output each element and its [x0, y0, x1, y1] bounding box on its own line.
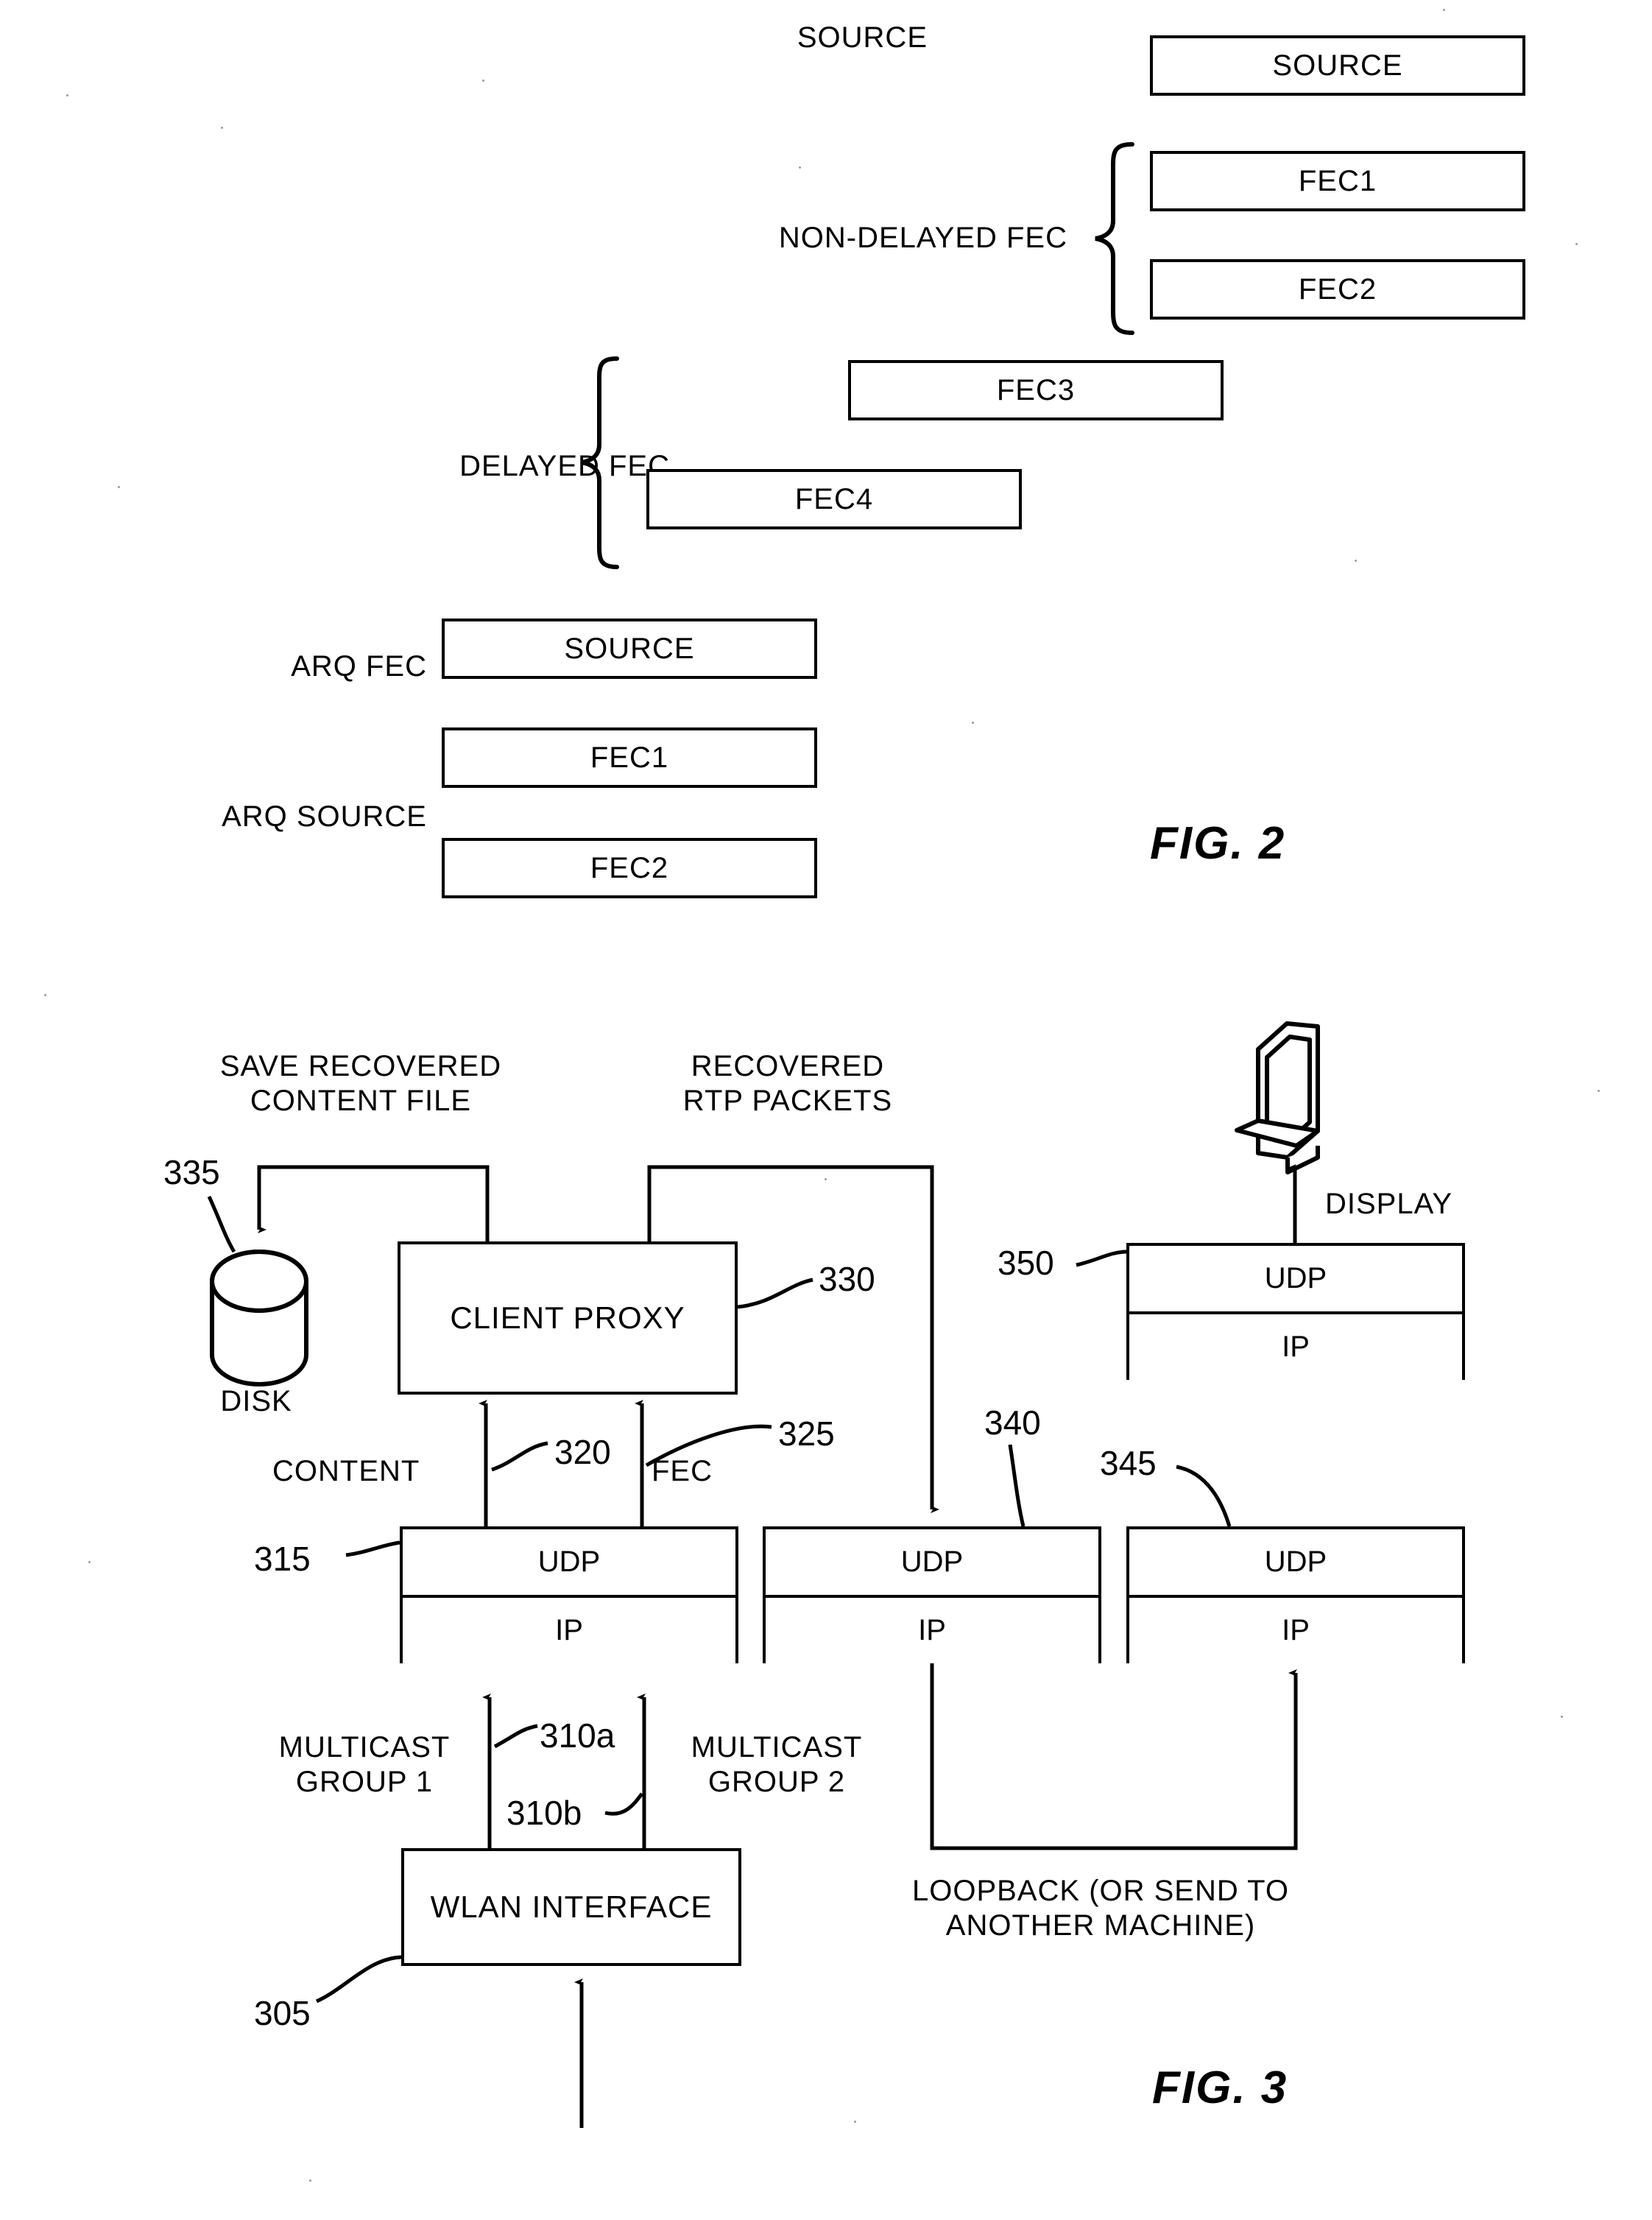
fig3-annotation-recovered-rtp-packets: RECOVERED RTP PACKETS — [682, 1050, 893, 1118]
scan-speck — [118, 486, 120, 488]
fig3-ref-numeral-330: 330 — [819, 1260, 875, 1298]
disk-icon — [212, 1252, 306, 1384]
fig3-ref-numeral-310b: 310b — [506, 1794, 582, 1832]
scan-speck — [482, 80, 484, 82]
fig3-ref-numeral-305: 305 — [254, 1994, 311, 2032]
fig3-arrow-loopback — [932, 1663, 1296, 1848]
fig2-packet-fec1-label: FEC1 — [1298, 164, 1377, 197]
fig3-ref-numeral-335: 335 — [163, 1153, 220, 1191]
fig2-packet-fec1: FEC1 — [1150, 151, 1530, 216]
fig2-packet-fec2: FEC2 — [1150, 259, 1530, 324]
patent-drawing-sheet: SOURCE SOURCE NON-DELAYED FEC FEC1 FEC2 … — [0, 0, 1652, 2220]
fig2-packet-source: SOURCE — [1150, 35, 1530, 100]
fig2-packet-arq-fec1-label: FEC1 — [590, 741, 669, 774]
fig3-arrow-save-recovered-content-file — [259, 1167, 487, 1241]
scan-speck — [1575, 243, 1578, 245]
fig2-group-label-source: SOURCE — [797, 21, 928, 54]
fig3-block-wlan-interface-label: WLAN INTERFACE — [430, 1889, 713, 1924]
fig3-leader-310a — [495, 1726, 537, 1747]
fig3-stack-display-udp: UDP — [1129, 1246, 1462, 1314]
fig3-block-client-proxy: CLIENT PROXY — [398, 1241, 742, 1399]
scan-speck — [1561, 1716, 1563, 1718]
fig2-group-label-arq-source: ARQ SOURCE — [222, 800, 427, 833]
scan-speck — [221, 127, 223, 129]
fig3-stack-left-ip: IP — [403, 1598, 735, 1663]
scan-speck — [799, 166, 801, 169]
fig3-annotation-loopback: LOOPBACK (OR SEND TO ANOTHER MACHINE) — [912, 1875, 1289, 1942]
fig2-packet-source-label: SOURCE — [1272, 49, 1403, 82]
fig3-label-disk: DISK — [220, 1385, 292, 1417]
display-icon — [1237, 1023, 1318, 1172]
fig2-packet-arq-fec2: FEC2 — [442, 838, 822, 903]
fig3-stack-right-udp: UDP — [1129, 1529, 1462, 1598]
figure-2-caption: FIG. 2 — [1150, 818, 1286, 869]
fig3-stack-right-ip: IP — [1129, 1598, 1462, 1663]
fig3-stack-left-udp: UDP — [403, 1529, 735, 1598]
fig3-block-wlan-interface: WLAN INTERFACE — [401, 1848, 746, 1970]
fig3-stack-middle: UDP IP — [763, 1526, 1106, 1668]
fig3-annotation-content: CONTENT — [272, 1455, 420, 1487]
fig3-block-client-proxy-label: CLIENT PROXY — [450, 1300, 685, 1335]
fig3-leader-350 — [1076, 1252, 1126, 1265]
scan-speck — [309, 2180, 311, 2182]
fig3-stack-left: UDP IP — [400, 1526, 743, 1668]
scan-speck — [854, 2121, 856, 2123]
fig3-ref-numeral-340: 340 — [984, 1403, 1041, 1442]
fig3-ref-numeral-315: 315 — [254, 1540, 311, 1578]
fig2-group-label-non-delayed-fec: NON-DELAYED FEC — [778, 222, 1067, 254]
fig3-annotation-save-recovered-content-file: SAVE RECOVERED CONTENT FILE — [219, 1050, 502, 1118]
fig3-stack-middle-ip: IP — [766, 1598, 1098, 1663]
figure-3-caption: FIG. 3 — [1152, 2062, 1288, 2113]
fig3-leader-315 — [346, 1543, 400, 1555]
fig2-packet-fec4-label: FEC4 — [794, 482, 874, 515]
fig3-annotation-multicast-group-1: MULTICAST GROUP 1 — [278, 1731, 451, 1799]
fig3-leader-305 — [317, 1957, 401, 2001]
fig3-stack-display-ip: IP — [1129, 1314, 1462, 1380]
fig3-leader-335 — [209, 1197, 234, 1252]
fig3-leader-345 — [1176, 1467, 1229, 1526]
fig3-stack-display: UDP IP — [1126, 1243, 1469, 1384]
fig2-group-label-delayed-fec: DELAYED FEC — [459, 450, 670, 482]
fig3-leader-310b — [605, 1794, 642, 1814]
scan-speck — [1355, 560, 1357, 562]
fig2-packet-fec3: FEC3 — [848, 360, 1228, 425]
fig2-packet-arq-fec2-label: FEC2 — [590, 851, 669, 884]
fig2-packet-arq-fec1: FEC1 — [442, 727, 822, 792]
fig2-packet-arq-source: SOURCE — [442, 619, 822, 683]
fig3-label-display: DISPLAY — [1325, 1188, 1452, 1220]
fig3-leader-330 — [738, 1280, 813, 1307]
scan-speck — [1443, 9, 1445, 11]
fig2-packet-fec3-label: FEC3 — [996, 373, 1076, 406]
fig3-stack-right: UDP IP — [1126, 1526, 1469, 1668]
fig3-ref-numeral-320: 320 — [554, 1433, 611, 1471]
fig2-brace-non-delayed-fec — [1095, 144, 1132, 333]
fig3-ref-numeral-350: 350 — [998, 1244, 1054, 1282]
scan-speck — [88, 1561, 91, 1563]
fig3-ref-numeral-325: 325 — [778, 1414, 835, 1453]
fig3-annotation-multicast-group-2: MULTICAST GROUP 2 — [691, 1731, 863, 1799]
fig3-stack-middle-udp: UDP — [766, 1529, 1098, 1598]
scan-speck — [1598, 1090, 1600, 1092]
scan-speck — [825, 1178, 827, 1180]
fig3-leader-340 — [1010, 1445, 1023, 1526]
fig3-ref-numeral-310a: 310a — [540, 1716, 615, 1755]
fig3-leader-320 — [492, 1443, 548, 1470]
fig2-packet-arq-source-label: SOURCE — [564, 632, 695, 665]
fig3-annotation-fec: FEC — [652, 1455, 713, 1487]
scan-speck — [44, 994, 46, 996]
scan-speck — [66, 94, 68, 96]
scan-speck — [972, 722, 974, 724]
fig2-group-label-arq-fec: ARQ FEC — [291, 650, 427, 683]
fig2-packet-fec4: FEC4 — [646, 469, 1026, 534]
fig2-packet-fec2-label: FEC2 — [1298, 272, 1377, 306]
fig3-ref-numeral-345: 345 — [1100, 1444, 1157, 1482]
